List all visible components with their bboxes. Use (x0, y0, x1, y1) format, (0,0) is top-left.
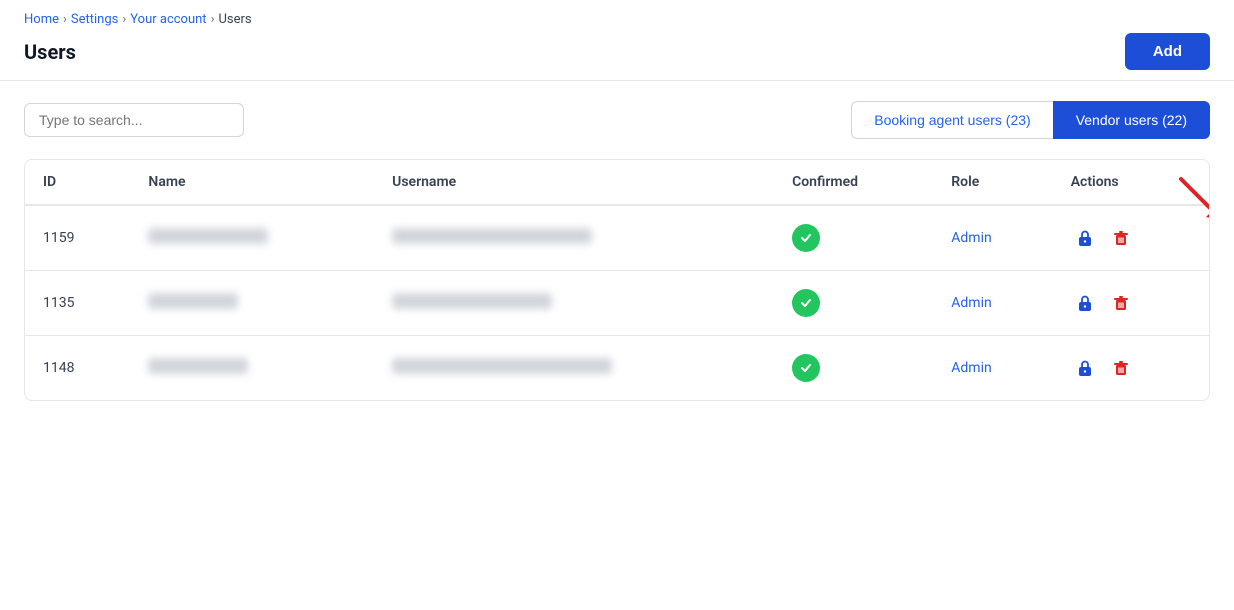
breadcrumb-users: Users (218, 12, 251, 27)
role-link[interactable]: Admin (951, 295, 991, 311)
actions-group (1071, 354, 1191, 382)
header-row: Users Add (24, 33, 1210, 70)
cell-id: 1135 (25, 271, 130, 336)
table-row: 1135 Admin (25, 271, 1209, 336)
cell-name (130, 336, 374, 401)
search-input[interactable] (24, 103, 244, 137)
col-actions: Actions (1053, 160, 1209, 205)
table-row: 1148 Admin (25, 336, 1209, 401)
cell-id: 1159 (25, 205, 130, 271)
page-title: Users (24, 40, 76, 64)
breadcrumb-sep-2: › (122, 12, 126, 27)
toolbar: Booking agent users (23) Vendor users (2… (0, 81, 1234, 159)
lock-icon[interactable] (1071, 289, 1099, 317)
lock-icon[interactable] (1071, 224, 1099, 252)
col-name: Name (130, 160, 374, 205)
cell-confirmed (774, 205, 933, 271)
breadcrumb-home[interactable]: Home (24, 12, 59, 27)
cell-actions (1053, 205, 1209, 271)
confirmed-check-icon (792, 289, 820, 317)
breadcrumb-sep-1: › (63, 12, 67, 27)
confirmed-check-icon (792, 224, 820, 252)
header-bar: Home › Settings › Your account › Users U… (0, 0, 1234, 81)
cell-confirmed (774, 336, 933, 401)
cell-id: 1148 (25, 336, 130, 401)
col-confirmed: Confirmed (774, 160, 933, 205)
delete-icon[interactable] (1107, 354, 1135, 382)
tab-group: Booking agent users (23) Vendor users (2… (851, 101, 1210, 139)
users-table-container: ID Name Username Confirmed Role Actions … (24, 159, 1210, 401)
breadcrumb-your-account[interactable]: Your account (130, 12, 206, 27)
cell-actions (1053, 336, 1209, 401)
cell-role[interactable]: Admin (933, 205, 1052, 271)
delete-icon[interactable] (1107, 289, 1135, 317)
actions-group (1071, 289, 1191, 317)
cell-confirmed (774, 271, 933, 336)
cell-username (374, 336, 774, 401)
tab-booking-agent-users[interactable]: Booking agent users (23) (851, 101, 1052, 139)
role-link[interactable]: Admin (951, 230, 991, 246)
actions-group (1071, 224, 1191, 252)
cell-username (374, 205, 774, 271)
breadcrumb-settings[interactable]: Settings (71, 12, 118, 27)
cell-role[interactable]: Admin (933, 271, 1052, 336)
lock-icon[interactable] (1071, 354, 1099, 382)
cell-name (130, 205, 374, 271)
cell-role[interactable]: Admin (933, 336, 1052, 401)
breadcrumb-sep-3: › (211, 12, 215, 27)
col-id: ID (25, 160, 130, 205)
delete-icon[interactable] (1107, 224, 1135, 252)
cell-actions (1053, 271, 1209, 336)
add-button[interactable]: Add (1125, 33, 1210, 70)
breadcrumb: Home › Settings › Your account › Users (24, 12, 1210, 27)
col-username: Username (374, 160, 774, 205)
cell-name (130, 271, 374, 336)
users-table: ID Name Username Confirmed Role Actions … (25, 160, 1209, 400)
tab-vendor-users[interactable]: Vendor users (22) (1053, 101, 1210, 139)
cell-username (374, 271, 774, 336)
table-row: 1159 Admin (25, 205, 1209, 271)
role-link[interactable]: Admin (951, 360, 991, 376)
table-header-row: ID Name Username Confirmed Role Actions (25, 160, 1209, 205)
col-role: Role (933, 160, 1052, 205)
confirmed-check-icon (792, 354, 820, 382)
